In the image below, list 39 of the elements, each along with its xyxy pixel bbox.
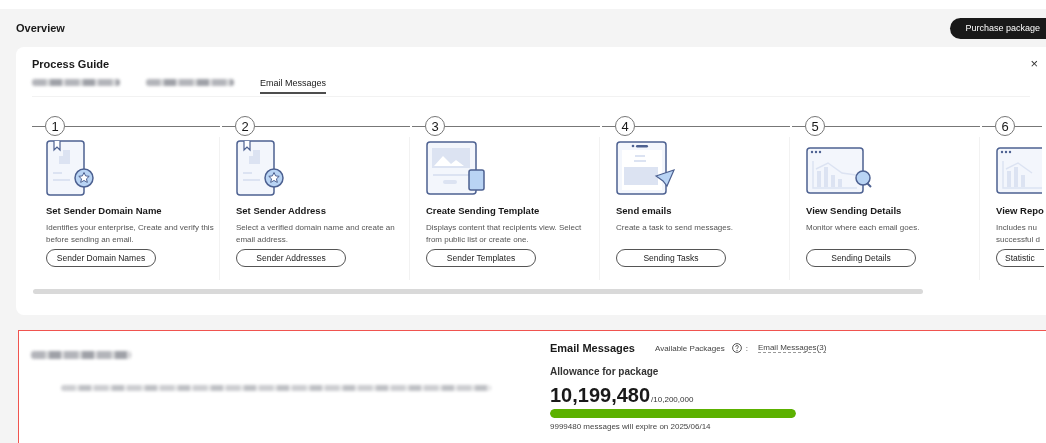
remaining-count: 10,199,480: [550, 384, 651, 406]
document-star-icon: [46, 140, 96, 197]
step-link-button[interactable]: Sender Domain Names: [46, 249, 156, 267]
chart-icon: [996, 147, 1042, 197]
step-description: Create a task to send messages.: [616, 222, 734, 234]
card-title: Process Guide: [32, 58, 110, 70]
step-title: Set Sender Address: [236, 205, 327, 216]
step-link-button[interactable]: Statistic: [996, 249, 1044, 267]
step-description: Displays content that recipients view. Select from public list or create one.: [426, 222, 583, 245]
expiry-note: 9999480 messages will expire on 2025/06/14: [550, 422, 712, 431]
allowance-label: Allowance for package: [550, 366, 660, 377]
template-icon: [426, 140, 486, 197]
packages-label: Available Packages: [655, 343, 725, 353]
document-star-icon: [236, 140, 286, 197]
paper-plane-form-icon: [616, 140, 676, 197]
step-link-button[interactable]: Sender Templates: [426, 249, 536, 267]
step-title: View Sending Details: [806, 205, 903, 216]
chart-magnifier-icon: [806, 147, 872, 197]
section-title: Email Messages: [550, 342, 635, 354]
page-title: Overview: [16, 22, 65, 34]
step-link-button[interactable]: Sender Addresses: [236, 249, 346, 267]
horizontal-scrollbar[interactable]: [33, 289, 923, 294]
total-count: /10,200,000: [651, 395, 694, 404]
step-link-button[interactable]: Sending Details: [806, 249, 916, 267]
step-description: Monitor where each email goes.: [806, 222, 921, 234]
step-description: Includes nu successful d: [996, 222, 1042, 245]
step-description: Select a verified domain name and create an email address.: [236, 222, 396, 245]
packages-link[interactable]: Email Messages(3): [757, 343, 827, 353]
purchase-package-button[interactable]: Purchase package: [950, 17, 1046, 39]
step-title: Create Sending Template: [426, 205, 541, 216]
close-icon[interactable]: ×: [1030, 58, 1038, 70]
tab[interactable]: Email Messages: [260, 74, 327, 94]
step-title: Set Sender Domain Name: [46, 205, 163, 216]
help-icon[interactable]: [731, 343, 742, 353]
separator-colon: :: [745, 343, 748, 353]
step-description: Identifies your enterprise, Create and verify this before sending an email.: [46, 222, 215, 245]
step-link-button[interactable]: Sending Tasks: [616, 249, 726, 267]
step-title: View Repo: [996, 205, 1042, 216]
step-title: Send emails: [616, 205, 673, 216]
